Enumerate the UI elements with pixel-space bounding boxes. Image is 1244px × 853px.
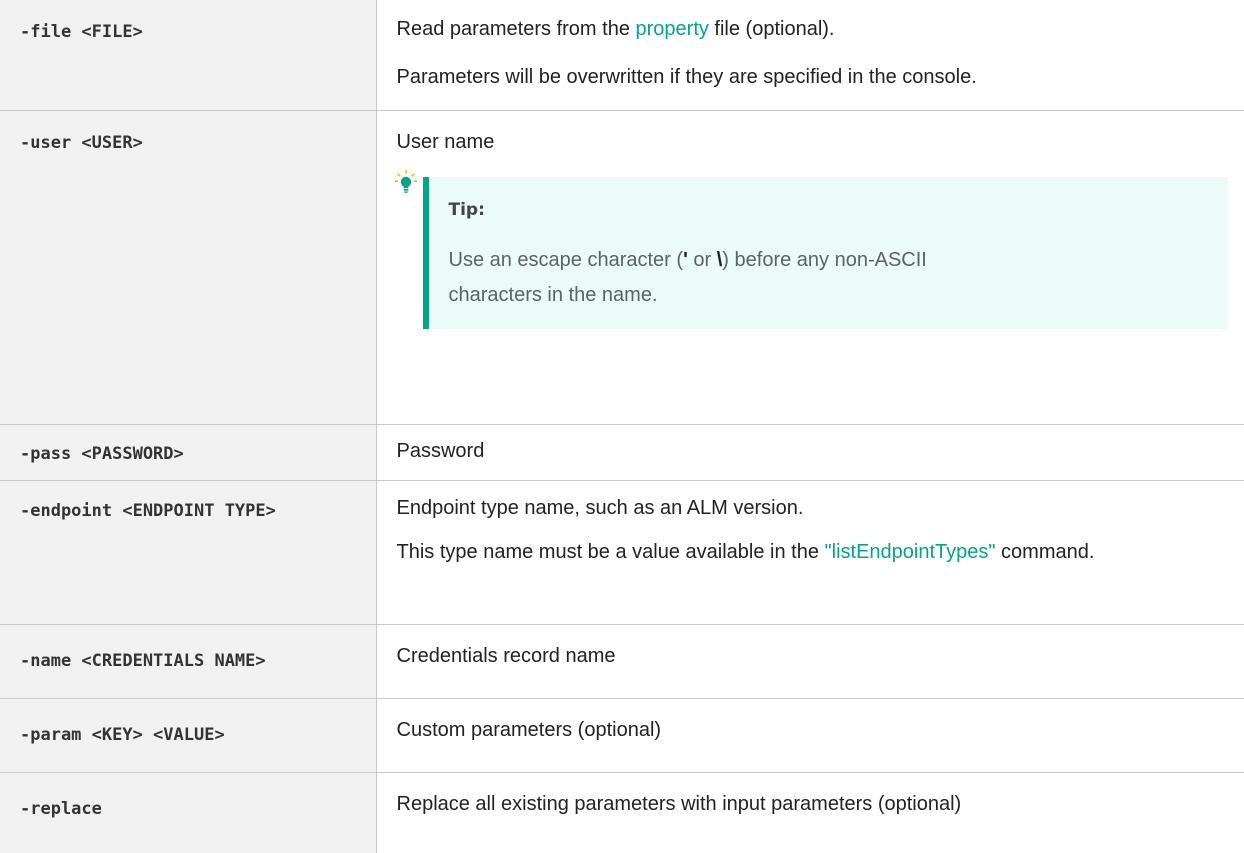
- description-line: Parameters will be overwritten if they a…: [396, 66, 977, 88]
- lightbulb-icon: [394, 170, 417, 193]
- param-name: -replace: [0, 772, 377, 853]
- param-name: -param <KEY> <VALUE>: [0, 698, 377, 773]
- tip-box: Tip: Use an escape character (' or \) be…: [422, 177, 1228, 329]
- description-line: Read parameters from the property file (…: [396, 18, 835, 40]
- param-description: Read parameters from the property file (…: [375, 0, 1244, 111]
- table-row: -replace Replace all existing parameters…: [0, 772, 1244, 853]
- param-name: -user <USER>: [0, 110, 377, 425]
- param-name: -endpoint <ENDPOINT TYPE>: [0, 480, 377, 625]
- tip-callout: Tip: Use an escape character (' or \) be…: [394, 170, 1228, 329]
- description-line: User name: [396, 131, 495, 153]
- param-description: Password: [375, 424, 1244, 481]
- param-description: Credentials record name: [375, 624, 1244, 699]
- param-description: Replace all existing parameters with inp…: [375, 772, 1244, 853]
- param-description: User name Tip: Use an escape character (…: [375, 110, 1244, 425]
- table-row: -user <USER> User name Tip: Use an escap…: [0, 110, 1244, 425]
- description-line: This type name must be a value available…: [396, 541, 1095, 563]
- tip-title: Tip:: [448, 200, 485, 220]
- param-name: -file <FILE>: [0, 0, 377, 111]
- listendpointtypes-link[interactable]: "listEndpointTypes": [825, 541, 996, 563]
- table-row: -file <FILE> Read parameters from the pr…: [0, 0, 1244, 111]
- parameters-table: -file <FILE> Read parameters from the pr…: [0, 0, 1244, 853]
- table-row: -pass <PASSWORD> Password: [0, 424, 1244, 481]
- tip-text: Use an escape character (' or \) before …: [448, 249, 927, 306]
- table-row: -param <KEY> <VALUE> Custom parameters (…: [0, 698, 1244, 773]
- property-link[interactable]: property: [636, 18, 709, 40]
- table-row: -name <CREDENTIALS NAME> Credentials rec…: [0, 624, 1244, 699]
- param-name: -name <CREDENTIALS NAME>: [0, 624, 377, 699]
- param-description: Endpoint type name, such as an ALM versi…: [375, 480, 1244, 625]
- param-name: -pass <PASSWORD>: [0, 424, 377, 481]
- param-description: Custom parameters (optional): [375, 698, 1244, 773]
- table-row: -endpoint <ENDPOINT TYPE> Endpoint type …: [0, 480, 1244, 625]
- description-line: Endpoint type name, such as an ALM versi…: [396, 497, 804, 519]
